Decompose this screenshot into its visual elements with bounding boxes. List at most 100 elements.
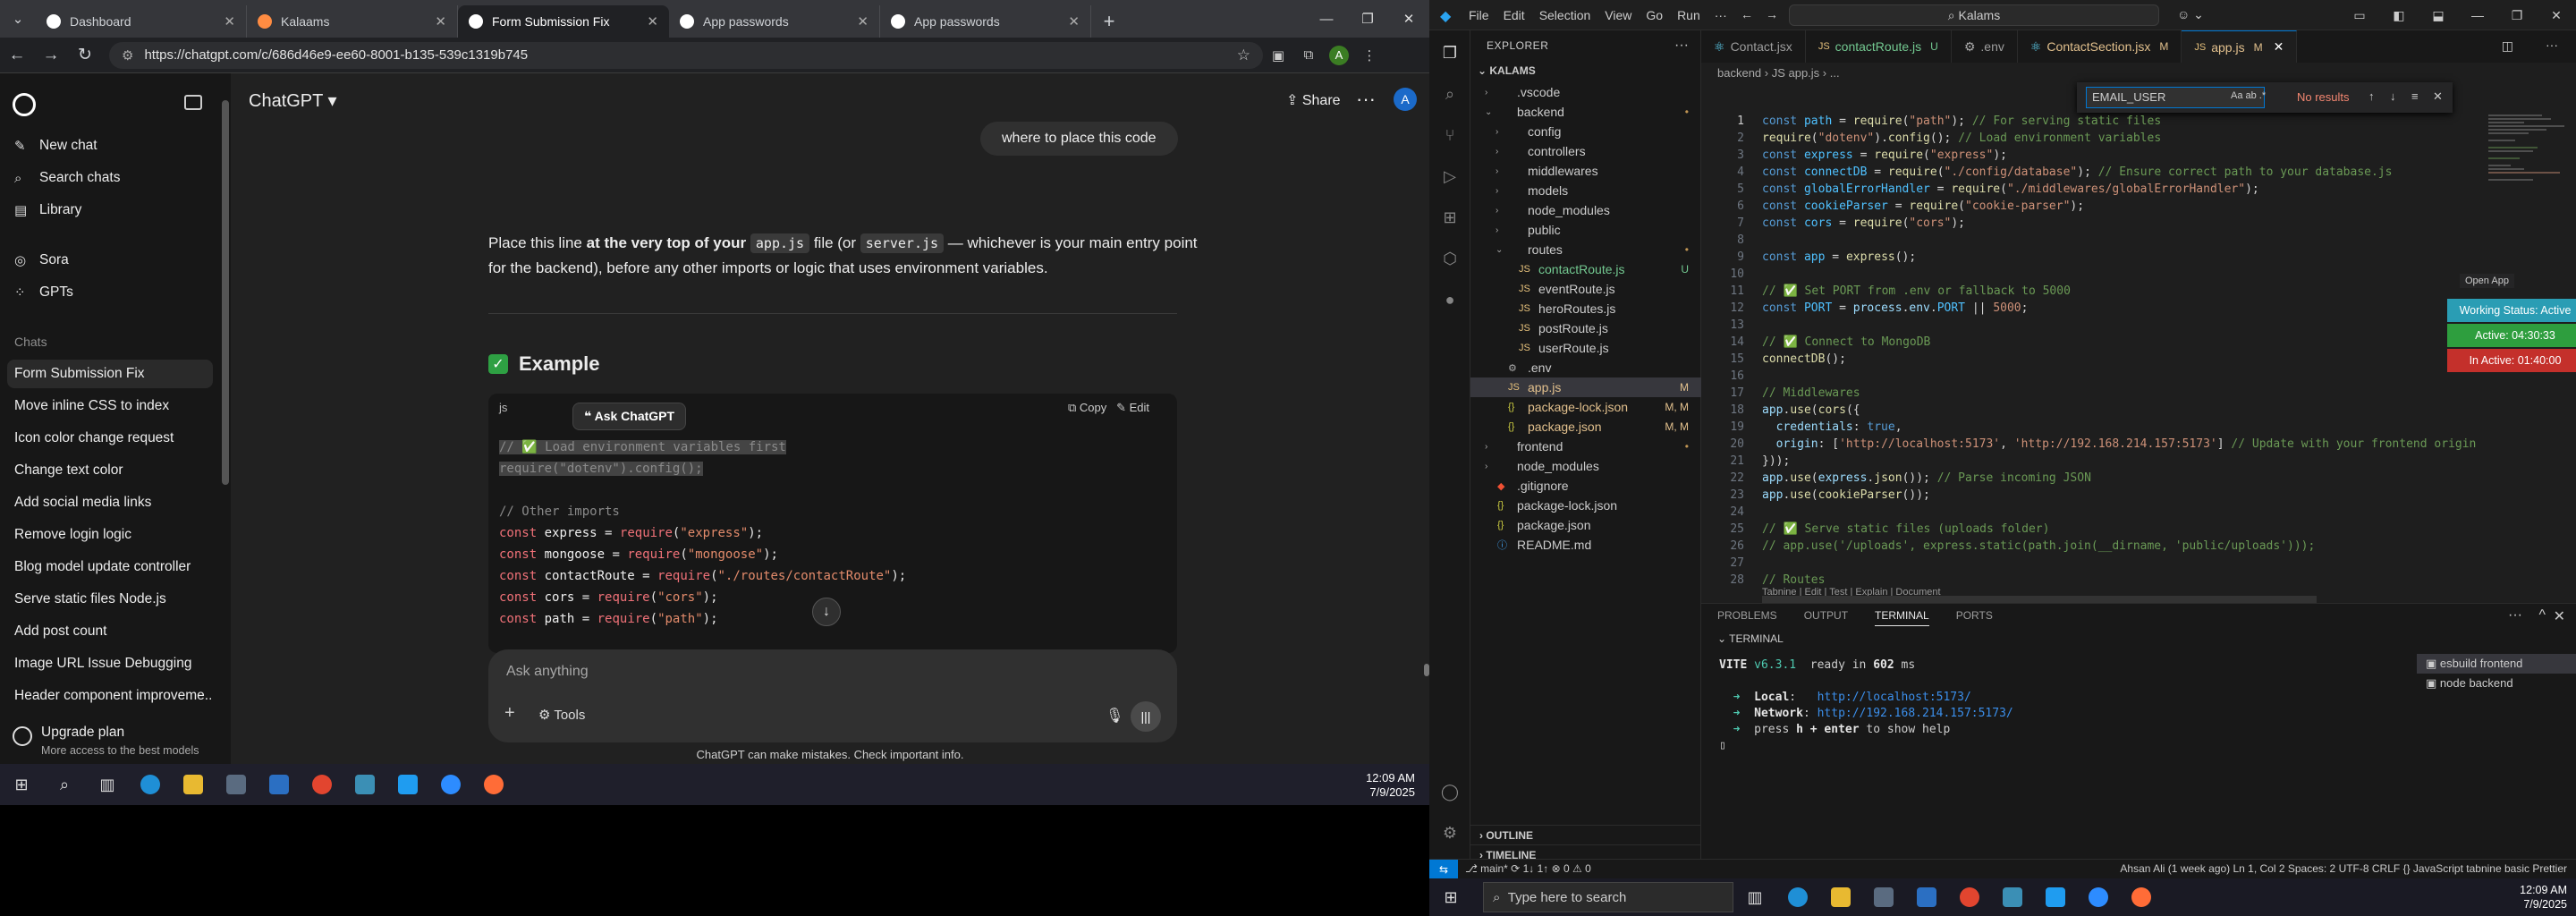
run-debug-icon[interactable]: ▷ bbox=[1440, 166, 1460, 186]
close-icon[interactable]: ✕ bbox=[1068, 13, 1080, 30]
profile-avatar[interactable]: A bbox=[1329, 45, 1349, 65]
terminal-item-esbuild[interactable]: ▣ esbuild frontend bbox=[2417, 654, 2576, 674]
tree-item-contactroute-js[interactable]: JS contactRoute.js U bbox=[1470, 259, 1701, 279]
tree-item-public[interactable]: › public bbox=[1470, 220, 1701, 240]
layout-panel-icon[interactable]: ⬓ bbox=[2419, 0, 2458, 30]
close-icon[interactable]: ✕ bbox=[2554, 607, 2565, 625]
url-field[interactable]: ⚙ https://chatgpt.com/c/686d46e9-ee60-80… bbox=[109, 41, 1263, 69]
library-button[interactable]: ▤ Library bbox=[14, 202, 81, 218]
layout-sidebar-icon[interactable]: ◧ bbox=[2379, 0, 2419, 30]
menu-view[interactable]: View bbox=[1605, 8, 1631, 22]
search-icon[interactable]: ⌕ bbox=[43, 764, 86, 805]
zoom-icon[interactable] bbox=[2077, 877, 2120, 916]
sidebar-toggle-icon[interactable] bbox=[184, 95, 202, 110]
tree-item-node-modules[interactable]: › node_modules bbox=[1470, 200, 1701, 220]
mail-icon[interactable] bbox=[1905, 877, 1948, 916]
app-icon[interactable] bbox=[343, 764, 386, 805]
edit-button[interactable]: ✎ Edit bbox=[1116, 401, 1149, 414]
tree-item-routes[interactable]: ⌄ routes • bbox=[1470, 240, 1701, 259]
browser-tab-kalaams[interactable]: Kalaams ✕ bbox=[247, 5, 458, 38]
upgrade-plan-button[interactable]: Upgrade plan More access to the best mode… bbox=[13, 725, 199, 757]
tree-item-middlewares[interactable]: › middlewares bbox=[1470, 161, 1701, 181]
maximize-icon[interactable]: ❐ bbox=[2497, 0, 2537, 30]
tab-search-icon[interactable]: ⌄ bbox=[0, 0, 36, 38]
task-view-icon[interactable]: ▥ bbox=[1733, 877, 1776, 916]
mail-icon[interactable] bbox=[258, 764, 301, 805]
chat-item[interactable]: Icon color change request bbox=[7, 424, 213, 453]
app-icon[interactable] bbox=[1991, 877, 2034, 916]
close-icon[interactable]: ✕ bbox=[435, 13, 446, 30]
menu-file[interactable]: File bbox=[1469, 8, 1489, 22]
bookmark-star-icon[interactable]: ☆ bbox=[1237, 47, 1250, 64]
remote-explorer-icon[interactable]: ⬡ bbox=[1440, 249, 1460, 268]
minimize-icon[interactable]: — bbox=[2458, 0, 2497, 30]
new-tab-button[interactable]: + bbox=[1091, 5, 1127, 38]
tab-ports[interactable]: PORTS bbox=[1956, 609, 1993, 626]
copy-button[interactable]: ⧉ Copy bbox=[1068, 401, 1106, 414]
postman-icon[interactable] bbox=[2120, 877, 2163, 916]
outline-section[interactable]: › OUTLINE bbox=[1470, 825, 1701, 844]
ask-chatgpt-button[interactable]: ❝ Ask ChatGPT bbox=[572, 403, 687, 430]
menu-edit[interactable]: Edit bbox=[1504, 8, 1525, 22]
settings-gear-icon[interactable]: ⚙ bbox=[1440, 823, 1460, 843]
sidebar-scrollbar[interactable] bbox=[222, 100, 229, 485]
chat-item[interactable]: Add social media links bbox=[7, 488, 213, 517]
tree-item-postroute-js[interactable]: JS postRoute.js bbox=[1470, 318, 1701, 338]
minimap[interactable] bbox=[2488, 113, 2569, 202]
forward-icon[interactable]: → bbox=[34, 46, 68, 65]
model-selector[interactable]: ChatGPT ▾ bbox=[249, 89, 337, 112]
sora-button[interactable]: ◎ Sora bbox=[14, 252, 69, 268]
chat-item[interactable]: Form Submission Fix bbox=[7, 360, 213, 388]
maximize-panel-icon[interactable]: ^ bbox=[2538, 607, 2546, 623]
tab-output[interactable]: OUTPUT bbox=[1804, 609, 1848, 626]
postman-icon[interactable] bbox=[472, 764, 515, 805]
extensions-icon[interactable]: ⊞ bbox=[1440, 208, 1460, 227]
tree-item-package-lock-json[interactable]: {} package-lock.json bbox=[1470, 496, 1701, 515]
code-content[interactable]: // ✅ Load environment variables first re… bbox=[499, 437, 906, 630]
open-app-button[interactable]: Open App bbox=[2460, 274, 2514, 288]
tree-item-eventroute-js[interactable]: JS eventRoute.js bbox=[1470, 279, 1701, 299]
tree-item-userroute-js[interactable]: JS userRoute.js bbox=[1470, 338, 1701, 358]
extensions-puzzle-icon[interactable]: ⧉ bbox=[1293, 47, 1324, 63]
explorer-icon[interactable]: ❐ bbox=[1440, 43, 1460, 63]
more-actions-icon[interactable]: ··· bbox=[2508, 607, 2522, 623]
maximize-icon[interactable]: ❐ bbox=[1347, 0, 1388, 38]
tree-item-node-modules[interactable]: › node_modules bbox=[1470, 456, 1701, 476]
layout-icon[interactable]: ▭ bbox=[2340, 0, 2379, 30]
split-editor-icon[interactable]: ◫ bbox=[2502, 38, 2513, 54]
system-clock[interactable]: 12:09 AM 7/9/2025 bbox=[1366, 771, 1415, 800]
voice-mode-button[interactable]: ||| bbox=[1131, 701, 1161, 732]
terminal-output[interactable]: VITE v6.3.1 ready in 602 ms ➜ Local: htt… bbox=[1719, 657, 2013, 754]
menu-go[interactable]: Go bbox=[1646, 8, 1663, 22]
tree-item-config[interactable]: › config bbox=[1470, 122, 1701, 141]
tree-item-backend[interactable]: ⌄ backend • bbox=[1470, 102, 1701, 122]
tree-item-readme-md[interactable]: ⓘ README.md bbox=[1470, 535, 1701, 555]
tree-item-controllers[interactable]: › controllers bbox=[1470, 141, 1701, 161]
windows-start-icon[interactable]: ⊞ bbox=[0, 764, 43, 805]
windows-start-icon[interactable]: ⊞ bbox=[1429, 877, 1472, 916]
find-previous-icon[interactable]: ↑ bbox=[2368, 89, 2375, 103]
back-icon[interactable]: ← bbox=[1741, 7, 1753, 21]
command-center-search[interactable]: ⌕ Kalams bbox=[1789, 4, 2159, 26]
new-chat-button[interactable]: ✎ New chat bbox=[14, 138, 97, 154]
site-info-icon[interactable]: ⚙ bbox=[122, 47, 133, 64]
chat-item[interactable]: Add post count bbox=[7, 617, 213, 646]
find-in-selection-icon[interactable]: ≡ bbox=[2411, 89, 2419, 103]
more-options-icon[interactable]: ··· bbox=[1356, 88, 1376, 111]
close-icon[interactable]: ✕ bbox=[2537, 0, 2576, 30]
system-clock[interactable]: 12:09 AM 7/9/2025 bbox=[2520, 883, 2567, 912]
chrome-icon[interactable] bbox=[1948, 877, 1991, 916]
openai-logo-icon[interactable] bbox=[13, 93, 36, 116]
code-editor-content[interactable]: const path = require("path"); // For ser… bbox=[1762, 113, 2476, 589]
chat-item[interactable]: Serve static files Node.js bbox=[7, 585, 213, 614]
message-composer[interactable]: Ask anything + ⚙ Tools 🎙 ||| bbox=[488, 649, 1177, 742]
vscode-icon[interactable] bbox=[2034, 877, 2077, 916]
user-avatar[interactable]: A bbox=[1394, 88, 1417, 111]
tree-item-package-lock-json[interactable]: {} package-lock.json M, M bbox=[1470, 397, 1701, 417]
zoom-icon[interactable] bbox=[429, 764, 472, 805]
editor-tab-contactroute[interactable]: JS contactRoute.js U bbox=[1806, 30, 1952, 63]
tab-problems[interactable]: PROBLEMS bbox=[1717, 609, 1777, 626]
add-attachment-icon[interactable]: + bbox=[504, 703, 515, 724]
gpts-button[interactable]: ⁘ GPTs bbox=[14, 284, 73, 301]
tab-terminal[interactable]: TERMINAL bbox=[1875, 609, 1929, 626]
